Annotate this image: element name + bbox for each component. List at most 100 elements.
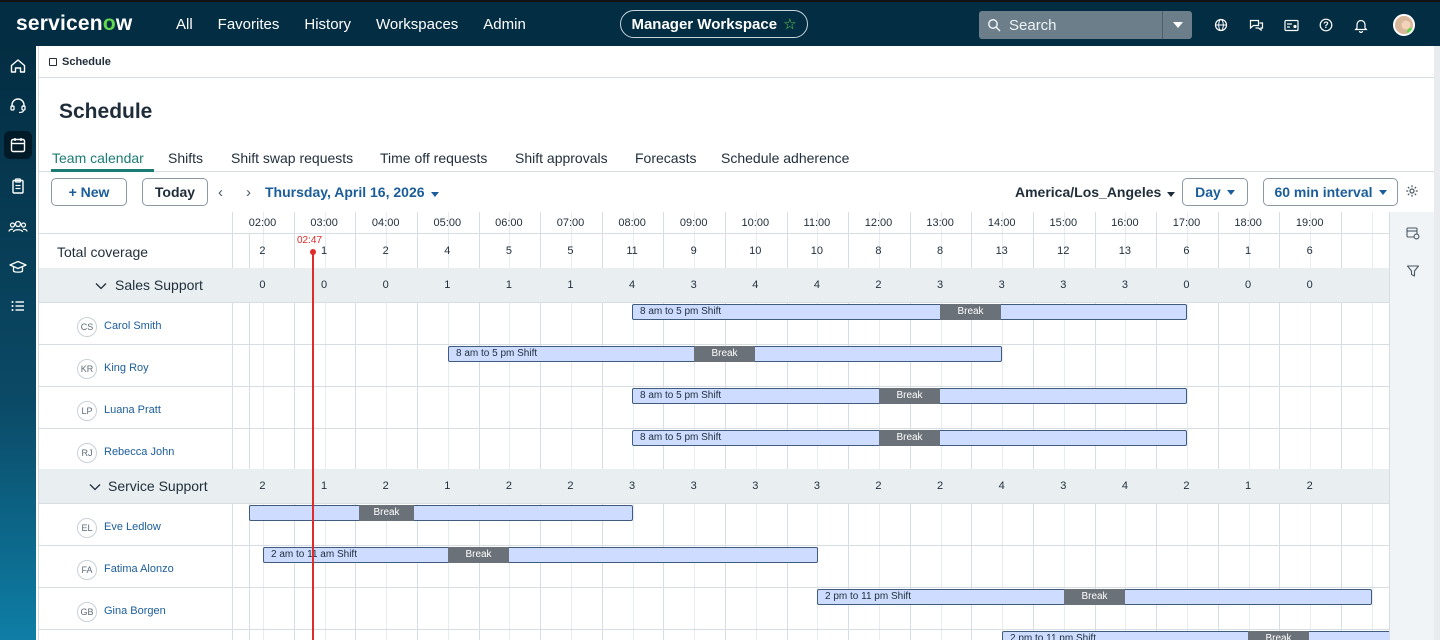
active-tab-indicator xyxy=(51,169,154,172)
coverage-count: 3 xyxy=(690,480,697,492)
shift-block[interactable]: 8 am to 5 pm Shift xyxy=(632,304,1187,320)
break-block[interactable]: Break xyxy=(359,505,414,521)
coverage-count: 0 xyxy=(1183,279,1190,291)
agent-name-link[interactable]: Eve Ledlow xyxy=(104,521,161,533)
break-block[interactable]: Break xyxy=(940,304,1001,320)
help-icon[interactable]: ? xyxy=(1316,15,1336,35)
chevron-left-icon[interactable]: ‹ xyxy=(218,184,223,201)
shift-label: 8 am to 5 pm Shift xyxy=(640,432,722,443)
headset-icon[interactable] xyxy=(4,91,32,119)
calendar-toolbar: + New Today ‹ › Thursday, April 16, 2026… xyxy=(39,174,1435,212)
chevron-right-icon[interactable]: › xyxy=(246,184,251,201)
coverage-count: 2 xyxy=(259,245,266,257)
filter-icon[interactable] xyxy=(1406,264,1420,281)
calendar-settings-icon[interactable] xyxy=(1406,226,1420,243)
hour-label: 04:00 xyxy=(371,217,400,229)
bell-icon[interactable] xyxy=(1351,15,1371,35)
tab-time-off-requests[interactable]: Time off requests xyxy=(380,150,487,166)
coverage-count: 8 xyxy=(937,245,944,257)
break-block[interactable]: Break xyxy=(1248,631,1309,640)
break-block[interactable]: Break xyxy=(879,430,940,446)
scrollbar[interactable] xyxy=(1434,46,1440,640)
date-picker[interactable]: Thursday, April 16, 2026 xyxy=(265,184,439,200)
nav-all[interactable]: All xyxy=(176,16,193,33)
tab-schedule-adherence[interactable]: Schedule adherence xyxy=(721,150,849,166)
agent-name-link[interactable]: Luana Pratt xyxy=(104,404,161,416)
hour-header-row: 02:00 03:00 04:00 05:00 06:00 07:00 08:00 09:00… xyxy=(39,212,1389,234)
calendar-icon[interactable] xyxy=(4,131,32,159)
globe-icon[interactable] xyxy=(1211,15,1231,35)
row-separator xyxy=(39,344,1389,345)
nav-favorites[interactable]: Favorites xyxy=(218,16,280,33)
top-navigation-bar: servicenow All Favorites History Workspa… xyxy=(0,0,1440,46)
tab-shifts[interactable]: Shifts xyxy=(168,150,203,166)
home-icon[interactable] xyxy=(4,52,32,80)
row-separator xyxy=(39,587,1389,588)
coverage-count: 0 xyxy=(1245,279,1252,291)
chat-icon[interactable] xyxy=(1246,15,1266,35)
current-time-line xyxy=(312,252,314,640)
group-chevron-icon[interactable] xyxy=(95,277,107,293)
tab-shift-approvals[interactable]: Shift approvals xyxy=(515,150,608,166)
coverage-count: 3 xyxy=(1121,279,1128,291)
interval-select[interactable]: 60 min interval xyxy=(1263,178,1398,206)
group-chevron-icon[interactable] xyxy=(89,478,101,494)
nav-admin[interactable]: Admin xyxy=(483,16,526,33)
settings-gear-icon[interactable] xyxy=(1405,184,1419,201)
coverage-count: 1 xyxy=(321,245,328,257)
shift-label: 2 pm to 11 pm Shift xyxy=(825,591,911,602)
agent-name-link[interactable]: King Roy xyxy=(104,362,149,374)
servicenow-logo[interactable]: servicenow xyxy=(16,12,166,36)
team-icon[interactable] xyxy=(4,212,32,240)
list-icon[interactable] xyxy=(4,292,32,320)
row-separator xyxy=(39,386,1389,387)
user-photo-icon xyxy=(1395,16,1413,34)
row-separator xyxy=(39,302,1389,303)
view-select[interactable]: Day xyxy=(1182,178,1248,206)
coverage-count: 2 xyxy=(1306,480,1313,492)
agent-name-link[interactable]: Carol Smith xyxy=(104,320,161,332)
coverage-count: 3 xyxy=(690,279,697,291)
tab-shift-swap-requests[interactable]: Shift swap requests xyxy=(231,150,353,166)
break-block[interactable]: Break xyxy=(448,547,509,563)
tab-forecasts[interactable]: Forecasts xyxy=(635,150,696,166)
favorite-star-icon[interactable]: ☆ xyxy=(783,15,796,33)
workspace-switcher[interactable]: Manager Workspace ☆ xyxy=(620,10,808,38)
timezone-select[interactable]: America/Los_Angeles xyxy=(1015,184,1176,200)
coverage-count: 2 xyxy=(505,480,512,492)
agent-name-link[interactable]: Fatima Alonzo xyxy=(104,563,174,575)
hour-label: 07:00 xyxy=(556,217,585,229)
coverage-count: 0 xyxy=(259,279,266,291)
nav-workspaces[interactable]: Workspaces xyxy=(376,16,458,33)
breadcrumb-label[interactable]: Schedule xyxy=(62,56,111,68)
break-block[interactable]: Break xyxy=(879,388,940,404)
hour-label: 13:00 xyxy=(926,217,954,229)
coverage-count: 8 xyxy=(875,245,882,257)
new-button[interactable]: + New xyxy=(51,178,127,206)
break-block[interactable]: Break xyxy=(694,346,755,362)
global-search-input[interactable]: Search xyxy=(979,11,1162,39)
hour-label: 15:00 xyxy=(1049,217,1078,229)
today-button[interactable]: Today xyxy=(142,178,208,206)
shift-block[interactable] xyxy=(249,505,633,521)
shift-block[interactable]: 2 pm to 11 pm Shift xyxy=(1002,631,1389,640)
shift-block[interactable]: 2 am to 11 am Shift xyxy=(263,547,818,563)
row-separator xyxy=(39,428,1389,429)
agent-name-link[interactable]: Rebecca John xyxy=(104,446,174,458)
user-avatar[interactable] xyxy=(1393,14,1415,36)
hour-label: 18:00 xyxy=(1234,217,1262,229)
shift-label: 2 pm to 11 pm Shift xyxy=(1010,633,1096,640)
clipboard-icon[interactable] xyxy=(4,172,32,200)
breadcrumb: Schedule xyxy=(39,46,1435,78)
main-content: Schedule Schedule Team calendar Shifts S… xyxy=(38,46,1435,640)
id-card-icon[interactable] xyxy=(1281,15,1301,35)
coverage-count: 3 xyxy=(752,480,759,492)
agent-name-link[interactable]: Gina Borgen xyxy=(104,605,166,617)
graduation-cap-icon[interactable] xyxy=(4,253,32,281)
hour-label: 11:00 xyxy=(803,217,831,229)
tab-team-calendar[interactable]: Team calendar xyxy=(52,150,144,166)
nav-history[interactable]: History xyxy=(304,16,351,33)
search-scope-dropdown[interactable] xyxy=(1162,11,1192,39)
break-block[interactable]: Break xyxy=(1064,589,1125,605)
coverage-count: 4 xyxy=(998,480,1005,492)
